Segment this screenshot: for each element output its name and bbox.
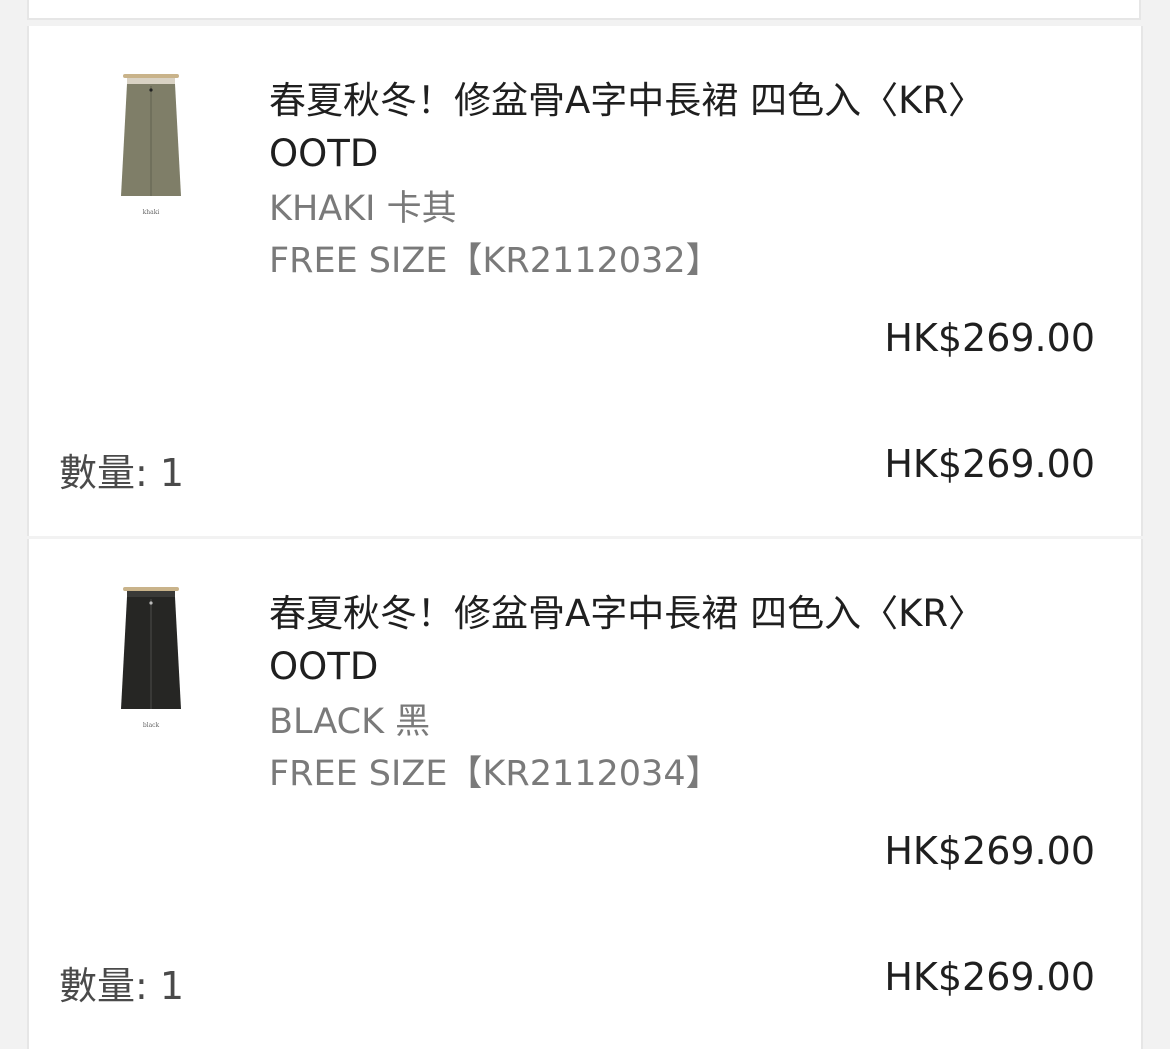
previous-card-edge <box>27 0 1141 20</box>
product-variant: BLACK 黑 <box>269 702 431 742</box>
unit-price: HK$269.00 <box>884 829 1095 873</box>
product-sku: FREE SIZE【KR2112032】 <box>269 241 721 281</box>
line-total: HK$269.00 <box>884 442 1095 486</box>
thumb-caption: black <box>143 722 160 729</box>
product-title[interactable]: 春夏秋冬！修盆骨A字中長裙 四色入〈KR〉OOTD <box>269 74 989 180</box>
product-thumbnail[interactable]: khaki <box>113 70 189 220</box>
product-thumbnail[interactable]: black <box>113 583 189 733</box>
product-variant: KHAKI 卡其 <box>269 189 457 229</box>
quantity-label: 數量: 1 <box>59 964 185 1008</box>
hanger-bar <box>123 74 179 78</box>
thumb-caption: khaki <box>143 209 160 216</box>
cart-item-card: black 春夏秋冬！修盆骨A字中長裙 四色入〈KR〉OOTD BLACK 黑 … <box>27 539 1143 1049</box>
product-title[interactable]: 春夏秋冬！修盆骨A字中長裙 四色入〈KR〉OOTD <box>269 587 989 693</box>
cart-item-card: khaki 春夏秋冬！修盆骨A字中長裙 四色入〈KR〉OOTD KHAKI 卡其… <box>27 26 1143 536</box>
unit-price: HK$269.00 <box>884 316 1095 360</box>
product-sku: FREE SIZE【KR2112034】 <box>269 754 721 794</box>
hanger-bar <box>123 587 179 591</box>
quantity-label: 數量: 1 <box>59 451 185 495</box>
line-total: HK$269.00 <box>884 955 1095 999</box>
